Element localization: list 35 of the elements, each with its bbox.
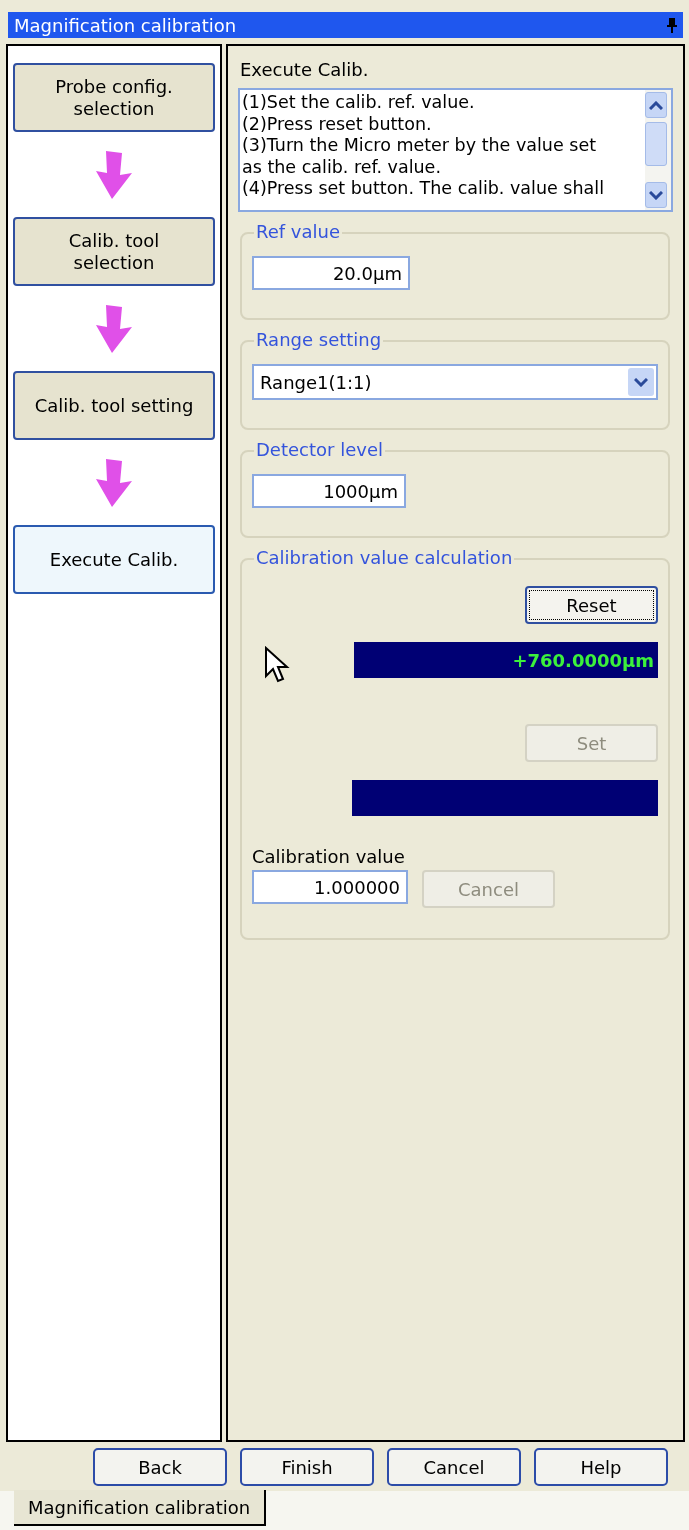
instruction-line: (4)Press set button. The calib. value shall: [242, 178, 605, 200]
step-heading: Execute Calib.: [240, 58, 370, 82]
window-title: Magnification calibration: [14, 14, 237, 36]
instruction-line: as the calib. ref. value.: [242, 156, 442, 179]
reset-button[interactable]: Reset: [525, 586, 658, 624]
instruction-line: (1)Set the calib. ref. value.: [242, 92, 476, 114]
instruction-line: (3)Turn the Micro meter by the value set: [242, 135, 598, 157]
calibration-value-label: Calibration value: [252, 846, 406, 868]
wizard-step[interactable]: Execute Calib.: [13, 525, 215, 594]
down-arrow-icon: [94, 458, 134, 507]
mouse-pointer-icon: [264, 646, 290, 684]
pin-icon[interactable]: [667, 17, 677, 33]
footer-button[interactable]: Finish: [240, 1448, 374, 1486]
detector-level-field[interactable]: 1000µm: [252, 474, 406, 508]
wizard-step[interactable]: Calib. tool setting: [13, 371, 215, 440]
chevron-down-icon: [649, 190, 663, 200]
chevron-down-icon: [634, 377, 648, 387]
ref-value-field[interactable]: 20.0µm: [252, 256, 410, 290]
scroll-up-button[interactable]: [645, 92, 667, 118]
footer-button[interactable]: Help: [534, 1448, 668, 1486]
document-tab[interactable]: Magnification calibration: [14, 1490, 267, 1526]
footer-button[interactable]: Cancel: [387, 1448, 521, 1486]
chevron-up-icon: [649, 100, 663, 110]
instruction-line: (2)Press reset button.: [242, 113, 433, 136]
down-arrow-icon: [94, 150, 134, 199]
wizard-step[interactable]: Calib. tool selection: [13, 217, 215, 286]
range-dropdown[interactable]: Range1(1:1): [252, 364, 658, 400]
calibration-value-field[interactable]: 1.000000: [252, 870, 408, 904]
footer-button[interactable]: Back: [93, 1448, 227, 1486]
scroll-thumb[interactable]: [645, 122, 667, 166]
reading-display: +760.0000µm: [354, 642, 658, 678]
wizard-step[interactable]: Probe config. selection: [13, 63, 215, 132]
down-arrow-icon: [94, 304, 134, 353]
scroll-down-button[interactable]: [645, 182, 667, 208]
group-label: Range setting: [254, 329, 384, 351]
